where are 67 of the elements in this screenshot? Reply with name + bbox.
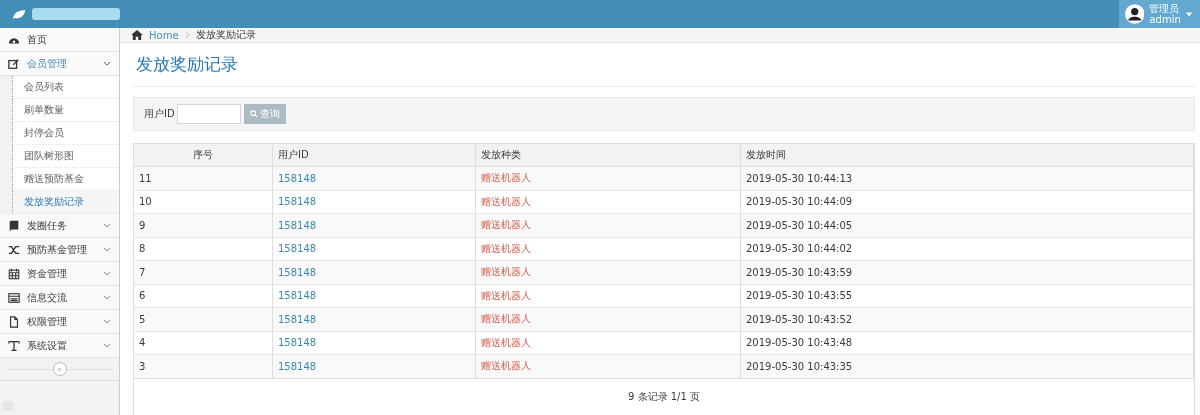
user-id-link[interactable]: 158148 [272,354,476,378]
table-cell: 赠送机器人 [475,307,741,331]
user-id-link[interactable]: 158148 [272,166,476,190]
chevron-icon [103,247,111,252]
user-id-field[interactable] [176,104,241,124]
page-title: 发放奖励记录 [133,53,1195,87]
nav-item[interactable]: 资金管理 [0,262,119,286]
chevron-icon [103,223,111,228]
breadcrumb-link[interactable]: Home [149,29,179,41]
separator-icon [184,31,190,39]
column-header: 用户ID [272,144,476,167]
submenu-item[interactable]: 团队树形图 [12,145,119,168]
field-label: 用户ID [144,107,175,121]
table-cell: 9 [134,213,273,237]
table-cell: 3 [134,354,273,378]
column-header: 序号 [134,144,273,167]
user-role: 管理员 [1149,3,1181,14]
table-cell: 11 [134,166,273,190]
nav-item[interactable]: 系统设置 [0,334,119,358]
home-icon [131,30,143,40]
submenu-item[interactable]: 会员列表 [12,76,119,99]
table-cell: 2019-05-30 10:43:52 [740,307,1194,331]
avatar-icon [1125,3,1145,25]
table-cell: 赠送机器人 [475,354,741,378]
breadcrumb-current: 发放奖励记录 [195,28,256,42]
table-cell: 赠送机器人 [475,213,741,237]
calendar-icon [8,267,20,280]
user-id-link[interactable]: 158148 [272,307,476,331]
table-cell: 2019-05-30 10:44:05 [740,213,1194,237]
nav-item[interactable]: 首页 [0,28,119,52]
user-id-link[interactable]: 158148 [272,260,476,284]
text-icon [8,339,20,352]
submenu-item[interactable]: 刷单数量 [12,99,119,122]
file-icon [8,315,20,328]
shuffle-icon [8,243,20,256]
chevron-icon [103,295,111,300]
chevron-icon [103,61,111,66]
chevron-icon [103,343,111,348]
search-icon [249,110,258,118]
nav-item[interactable]: 发圈任务 [0,214,119,238]
nav-item[interactable]: 会员管理 [0,52,119,76]
table-cell: 2019-05-30 10:44:13 [740,166,1194,190]
user-menu[interactable]: 管理员 admin [1119,0,1200,28]
nav-item[interactable]: 信息交流 [0,286,119,310]
user-id-link[interactable]: 158148 [272,213,476,237]
leaf-icon [12,8,26,20]
table-cell: 7 [134,260,273,284]
table-cell: 赠送机器人 [475,166,741,190]
column-header: 发放种类 [475,144,741,167]
table-cell: 2019-05-30 10:43:59 [740,260,1194,284]
column-header: 发放时间 [740,144,1194,167]
chevron-icon [103,271,111,276]
table-cell: 5 [134,307,273,331]
nav-item[interactable]: 预防基金管理 [0,238,119,262]
chevron-icon [103,319,111,324]
user-name: admin [1149,14,1181,25]
caret-icon [1185,11,1192,17]
table-cell: 2019-05-30 10:43:35 [740,354,1194,378]
submenu-item[interactable]: 封停会员 [12,122,119,145]
list-icon [8,291,20,304]
nav-item[interactable]: 权限管理 [0,310,119,334]
table-cell: 赠送机器人 [475,260,741,284]
submenu-item[interactable]: 赠送预防基金 [12,168,119,191]
edit-icon [8,57,20,70]
collapse-button[interactable]: « [52,362,67,376]
pagination-info: 9 条记录 1/1 页 [628,389,700,404]
submenu-item[interactable]: 发放奖励记录 [12,191,119,214]
